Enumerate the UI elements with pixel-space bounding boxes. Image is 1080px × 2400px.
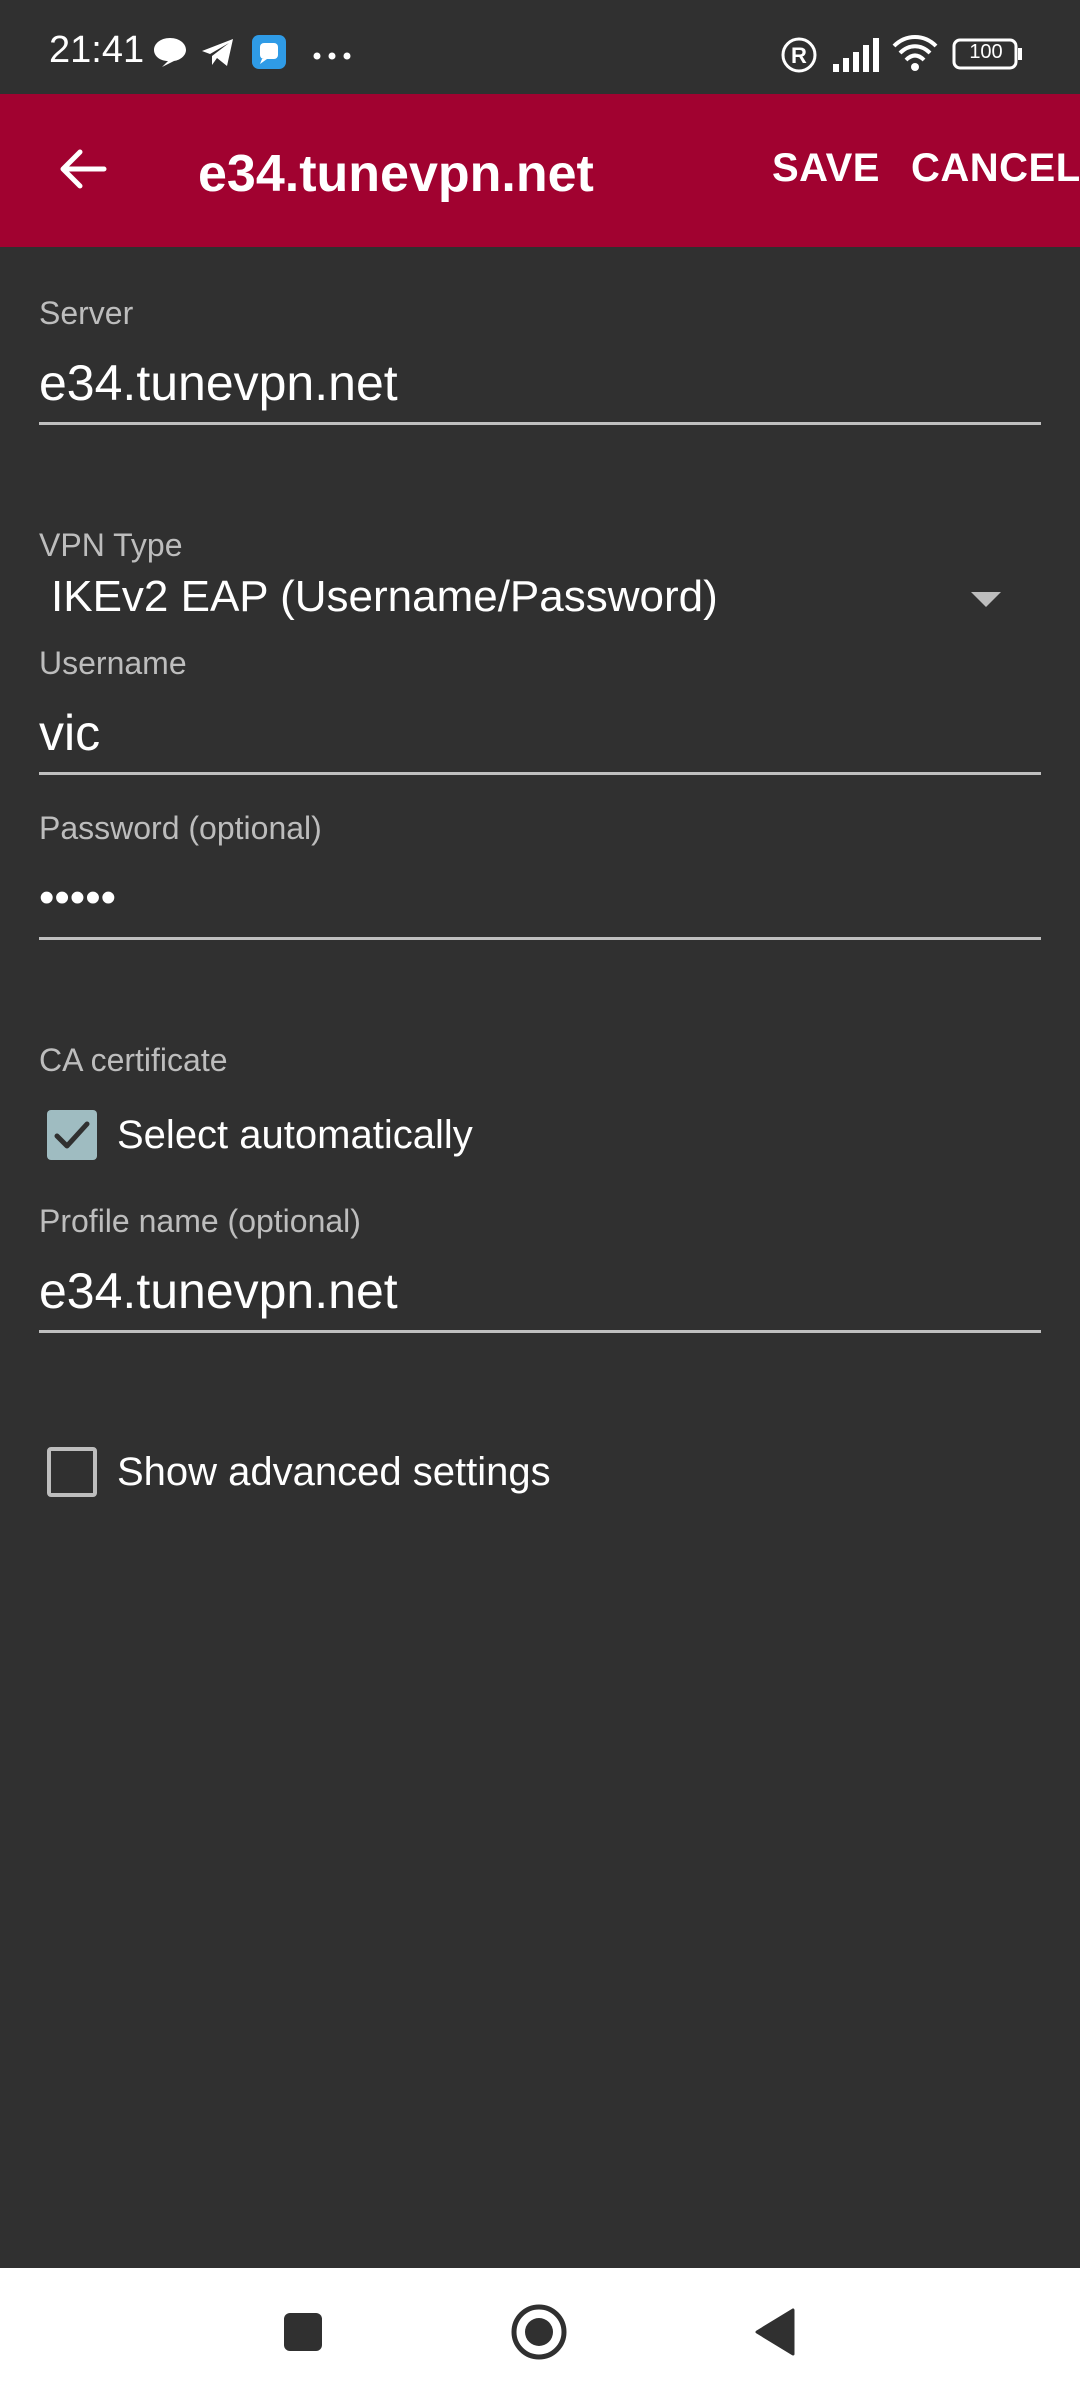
status-bar: 21:41 R 100 (0, 0, 1080, 94)
status-time: 21:41 (49, 29, 145, 71)
profile-name-value: e34.tunevpn.net (39, 1263, 398, 1319)
password-label: Password (optional) (39, 810, 322, 846)
vpn-type-label: VPN Type (39, 527, 183, 563)
save-button[interactable]: SAVE (772, 146, 880, 191)
username-field[interactable]: vic (39, 696, 1041, 775)
telegram-icon (200, 36, 236, 73)
cancel-button[interactable]: CANCEL (911, 146, 1080, 191)
dropdown-arrow-icon (971, 592, 1001, 607)
navigation-bar (0, 2268, 1080, 2400)
show-advanced-settings-checkbox[interactable]: Show advanced settings (39, 1437, 551, 1507)
signal-icon (832, 38, 880, 77)
svg-text:R: R (791, 43, 807, 68)
back-nav-button[interactable] (705, 2268, 845, 2400)
username-value: vic (39, 705, 101, 761)
wifi-icon (892, 34, 938, 77)
back-triangle-icon (753, 2307, 797, 2362)
checkbox-checked-icon (47, 1110, 97, 1160)
back-button[interactable] (36, 124, 130, 218)
profile-name-label: Profile name (optional) (39, 1203, 361, 1239)
arrow-back-icon (58, 147, 108, 196)
server-value: e34.tunevpn.net (39, 355, 398, 411)
battery-level: 100 (969, 41, 1003, 63)
vpn-type-value: IKEv2 EAP (Username/Password) (51, 572, 718, 621)
app-notification-icon (251, 34, 287, 75)
battery-icon: 100 (952, 38, 1024, 75)
vpn-type-dropdown[interactable]: IKEv2 EAP (Username/Password) (39, 560, 1041, 640)
home-button[interactable] (469, 2268, 609, 2400)
home-circle-icon (510, 2303, 568, 2366)
page-title: e34.tunevpn.net (198, 145, 594, 203)
ca-certificate-label: CA certificate (39, 1042, 228, 1078)
app-bar: e34.tunevpn.net SAVE CANCEL (0, 94, 1080, 247)
server-label: Server (39, 295, 134, 331)
password-value: ••••• (39, 873, 117, 922)
password-field[interactable]: ••••• (39, 861, 1041, 940)
server-field[interactable]: e34.tunevpn.net (39, 346, 1041, 425)
profile-name-field[interactable]: e34.tunevpn.net (39, 1254, 1041, 1333)
registered-icon: R (780, 36, 818, 79)
chat-bubble-icon (152, 36, 188, 73)
recents-button[interactable] (233, 2268, 373, 2400)
checkbox-unchecked-icon (47, 1447, 97, 1497)
show-advanced-settings-label: Show advanced settings (117, 1449, 551, 1494)
more-dots-icon (312, 48, 352, 66)
username-label: Username (39, 645, 187, 681)
recents-square-icon (282, 2311, 324, 2358)
select-automatically-label: Select automatically (117, 1112, 473, 1157)
select-automatically-checkbox[interactable]: Select automatically (39, 1100, 473, 1170)
